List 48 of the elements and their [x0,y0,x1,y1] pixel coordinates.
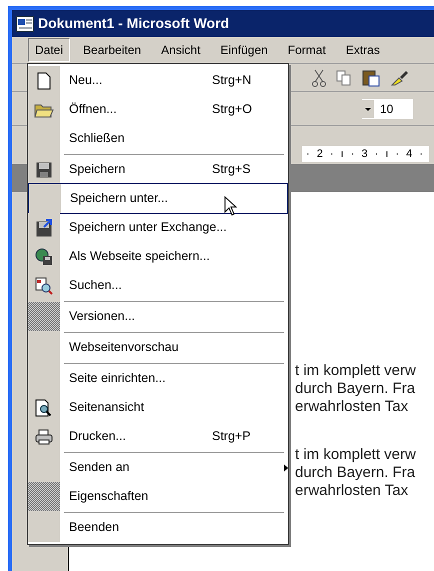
word-document-icon [16,16,34,32]
menu-item[interactable]: Drucken... Strg+P [28,422,288,451]
ruler: · 2 · ı · 3 · ı · 4 · [302,146,430,162]
clipboard-icon[interactable] [362,68,380,86]
page-magnifier-icon [35,398,53,416]
document-text-line: erwahrlosten Tax [295,482,410,500]
menu-item[interactable]: Seite einrichten... [28,364,288,393]
shortcut-label: Strg+O [212,101,252,118]
mouse-pointer-icon [224,196,237,216]
shortcut-label: Strg+P [212,428,251,446]
menu-item[interactable]: Schließen [28,124,288,153]
menu-bar-item[interactable]: Einfügen [213,38,275,62]
globe-disk-icon [35,248,53,266]
printer-icon [35,428,53,444]
blank-page-icon [37,72,51,90]
menu-item[interactable]: Senden an [28,453,288,482]
copy-icon[interactable] [336,70,352,86]
menu-item[interactable]: Webseitenvorschau [28,333,288,362]
paintbrush-icon[interactable] [390,68,410,86]
menu-item[interactable]: Eigenschaften [28,482,288,511]
magnifier-page-icon [35,276,53,294]
menu-bar-item[interactable]: Format [280,38,333,62]
document-text-line: durch Bayern. Fra [295,464,416,482]
menu-bar-item[interactable]: Datei [28,38,70,62]
menu-bar-item[interactable]: Bearbeiten [76,38,148,62]
menu-item[interactable]: Als Webseite speichern... [28,242,288,271]
folder-icon [34,102,54,118]
document-text-line: durch Bayern. Fra [295,380,416,398]
window-title: Dokument1 - Microsoft Word [38,14,230,33]
scissors-icon[interactable] [312,68,326,86]
menu-item[interactable]: Suchen... [28,271,288,300]
menu-bar-item[interactable]: Extras [338,38,387,62]
shortcut-label: Strg+N [212,72,252,90]
menu-item[interactable]: Beenden [28,513,288,542]
document-text-line: erwahrlosten Tax [295,398,410,416]
submenu-arrow-icon [284,464,288,472]
menu-item[interactable]: Neu... Strg+N [28,66,288,95]
menu-item[interactable]: Speichern Strg+S [28,155,288,184]
menu-item[interactable]: Speichern unter Exchange... [28,213,288,242]
font-size-field[interactable]: 10 [362,98,414,118]
document-text-line: t im komplett verw [295,362,417,380]
menu-bar-item[interactable]: Ansicht [154,38,208,62]
document-text-line: t im komplett verw [295,446,417,464]
font-size-value: 10 [379,100,394,118]
menu-item[interactable]: Öffnen... Strg+O [28,95,288,124]
shortcut-label: Strg+S [212,161,251,178]
menu-item[interactable]: Seitenansicht [28,393,288,422]
menu-item[interactable]: Versionen... [28,302,288,331]
